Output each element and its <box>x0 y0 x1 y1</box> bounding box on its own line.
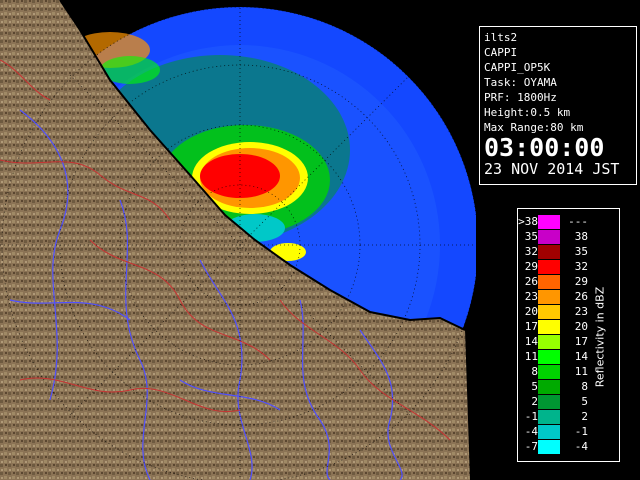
legend-high-value: 5 <box>581 395 588 408</box>
legend-color-swatch <box>538 260 560 274</box>
height-value: Height:0.5 km <box>484 106 571 119</box>
legend-low-value: 14 <box>524 335 538 348</box>
legend-high-value: 17 <box>574 335 588 348</box>
product-code: CAPPI_OP5K <box>484 61 551 74</box>
legend-row: -1 2 <box>518 410 618 424</box>
legend-high-value: --- <box>568 215 588 228</box>
legend-high-value: 14 <box>574 350 588 363</box>
legend-color-swatch <box>538 380 560 394</box>
legend-low-value: -1 <box>524 410 538 423</box>
legend-unit-label: Reflectivity in dBZ <box>593 286 607 388</box>
legend-color-swatch <box>538 410 560 424</box>
legend-high-value: 11 <box>574 365 588 378</box>
observation-date: 23 NOV 2014 JST <box>484 160 620 178</box>
legend-high-value: 38 <box>574 230 588 243</box>
legend-low-value: 20 <box>524 305 538 318</box>
legend-color-swatch <box>538 335 560 349</box>
legend-color-swatch <box>538 440 560 454</box>
legend-high-value: 26 <box>574 290 588 303</box>
legend-low-value: 5 <box>531 380 538 393</box>
legend-color-swatch <box>538 320 560 334</box>
legend-color-swatch <box>538 365 560 379</box>
reflectivity-legend: >38 --- 35 38 32 35 29 32 26 29 23 26 20 23 17 20 14 17 11… <box>517 208 620 462</box>
observation-time: 03:00:00 <box>484 133 605 162</box>
legend-row: -4 -1 <box>518 425 618 439</box>
legend-high-value: 20 <box>574 320 588 333</box>
legend-high-value: 2 <box>581 410 588 423</box>
legend-color-swatch <box>538 230 560 244</box>
legend-low-value: 8 <box>531 365 538 378</box>
legend-row: 35 38 <box>518 230 618 244</box>
legend-low-value: 35 <box>524 230 538 243</box>
legend-low-value: 32 <box>524 245 538 258</box>
legend-color-swatch <box>538 290 560 304</box>
legend-high-value: 8 <box>581 380 588 393</box>
legend-low-value: -4 <box>524 425 538 438</box>
legend-color-swatch <box>538 215 560 229</box>
legend-row: -7 -4 <box>518 440 618 454</box>
legend-low-value: 2 <box>531 395 538 408</box>
legend-high-value: -1 <box>574 425 588 438</box>
legend-row: 32 35 <box>518 245 618 259</box>
legend-high-value: 29 <box>574 275 588 288</box>
legend-high-value: -4 <box>574 440 588 453</box>
legend-low-value: 26 <box>524 275 538 288</box>
station-name: ilts2 <box>484 31 518 44</box>
legend-color-swatch <box>538 425 560 439</box>
info-panel: ilts2 CAPPI CAPPI_OP5K Task: OYAMA PRF: … <box>479 26 637 185</box>
legend-row: 25 <box>518 395 618 409</box>
radar-map[interactable] <box>0 0 476 480</box>
prf-value: PRF: 1800Hz <box>484 91 557 104</box>
product-name: CAPPI <box>484 46 518 59</box>
legend-low-value: 23 <box>524 290 538 303</box>
legend-low-value: 17 <box>524 320 538 333</box>
legend-color-swatch <box>538 275 560 289</box>
radar-svg <box>0 0 476 480</box>
legend-color-swatch <box>538 305 560 319</box>
legend-row: >38 --- <box>518 215 618 229</box>
legend-row: 29 32 <box>518 260 618 274</box>
legend-color-swatch <box>538 245 560 259</box>
legend-color-swatch <box>538 350 560 364</box>
legend-high-value: 23 <box>574 305 588 318</box>
task-name: Task: OYAMA <box>484 76 557 89</box>
legend-low-value: 11 <box>524 350 538 363</box>
legend-low-value: -7 <box>524 440 538 453</box>
legend-low-value: >38 <box>518 215 538 228</box>
legend-low-value: 29 <box>524 260 538 273</box>
legend-color-swatch <box>538 395 560 409</box>
legend-high-value: 35 <box>574 245 588 258</box>
legend-high-value: 32 <box>574 260 588 273</box>
